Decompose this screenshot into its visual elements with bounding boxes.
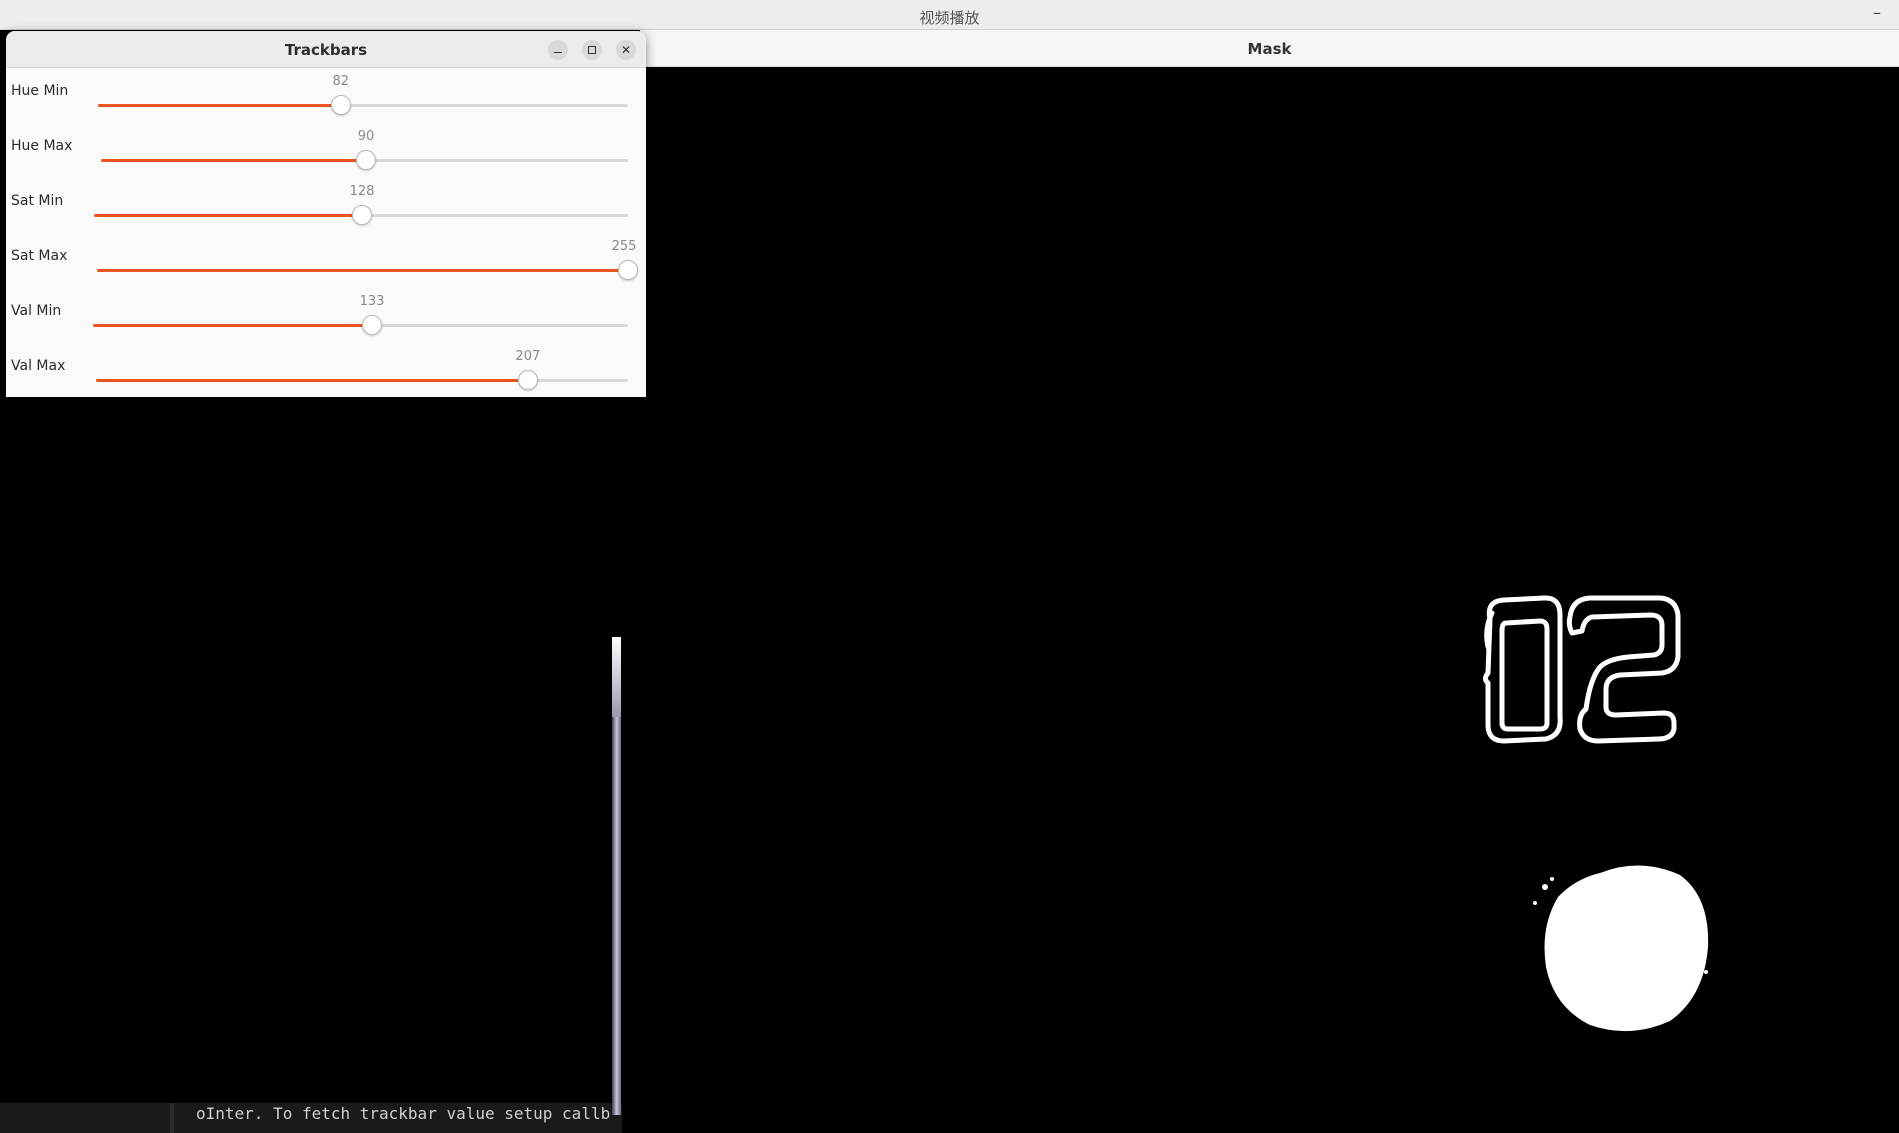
trackbar-track[interactable] xyxy=(98,95,628,115)
video-titlebar[interactable]: 视频播放 – xyxy=(0,0,1899,30)
trackbar-thumb[interactable] xyxy=(618,260,638,280)
video-window-title: 视频播放 xyxy=(919,9,980,27)
mask-window-title: Mask xyxy=(1247,40,1292,58)
trackbar-fill xyxy=(101,159,366,162)
trackbar-row: Val Max 207 xyxy=(6,346,646,397)
trackbar-fill xyxy=(96,379,528,382)
close-button[interactable]: ✕ xyxy=(616,40,636,60)
white-blob xyxy=(1544,865,1709,1032)
trackbar-value: 133 xyxy=(359,294,385,309)
trackbar-value: 82 xyxy=(332,74,350,89)
digit-two-outline xyxy=(1566,595,1681,744)
trackbar-label: Hue Max xyxy=(11,138,73,154)
desktop: 视频播放 – Mask oInter. To fetch trackbar va… xyxy=(0,0,1899,1133)
trackbar-thumb[interactable] xyxy=(330,95,351,115)
trackbar-fill xyxy=(97,269,628,272)
terminal-gutter xyxy=(170,1103,174,1133)
trackbar-row: Hue Min 82 xyxy=(6,71,646,126)
trackbar-track[interactable] xyxy=(93,315,628,335)
trackbar-track[interactable] xyxy=(96,370,628,390)
mask-titlebar[interactable]: Mask xyxy=(640,30,1899,67)
mask-image xyxy=(640,67,1899,1133)
window-edge-highlight xyxy=(612,637,621,717)
terminal-panel: oInter. To fetch trackbar value setup ca… xyxy=(0,1103,622,1133)
trackbar-fill xyxy=(93,324,373,327)
video-minimize-button[interactable]: – xyxy=(1867,4,1887,24)
trackbar-row: Hue Max 90 xyxy=(6,126,646,181)
maximize-button[interactable] xyxy=(582,40,602,60)
trackbar-label: Val Max xyxy=(11,358,66,374)
trackbar-fill xyxy=(98,104,341,107)
trackbars-window: Trackbars ✕ Hue Min 82 Hue Max 90 Sat Min 128… xyxy=(6,31,646,397)
terminal-line-1: oInter. To fetch trackbar value setup ca… xyxy=(196,1104,611,1123)
trackbar-track[interactable] xyxy=(101,150,628,170)
minimize-icon xyxy=(554,52,562,53)
trackbar-thumb[interactable] xyxy=(362,315,383,335)
digit-zero-inner xyxy=(1499,618,1550,732)
close-icon: ✕ xyxy=(620,43,632,57)
trackbar-value: 128 xyxy=(349,184,375,199)
terminal-line-2: ... xyxy=(196,1124,225,1133)
trackbar-row: Val Min 133 xyxy=(6,291,646,346)
maximize-icon xyxy=(588,46,596,54)
minimize-button[interactable] xyxy=(548,40,568,60)
trackbar-fill xyxy=(94,214,363,217)
trackbar-label: Hue Min xyxy=(11,83,69,99)
trackbar-label: Sat Max xyxy=(11,248,68,264)
trackbar-label: Sat Min xyxy=(11,193,64,209)
trackbar-row: Sat Max 255 xyxy=(6,236,646,291)
trackbar-thumb[interactable] xyxy=(352,205,373,225)
trackbar-value: 90 xyxy=(357,129,375,144)
mask-image-content xyxy=(1483,595,1709,1032)
trackbar-row: Sat Min 128 xyxy=(6,181,646,236)
trackbar-value: 255 xyxy=(611,239,637,254)
mask-window: Mask xyxy=(640,30,1899,1133)
trackbar-label: Val Min xyxy=(11,303,62,319)
trackbar-thumb[interactable] xyxy=(517,370,538,390)
trackbar-track[interactable] xyxy=(97,260,638,280)
trackbars-titlebar[interactable]: Trackbars ✕ xyxy=(6,31,646,68)
trackbar-thumb[interactable] xyxy=(355,150,376,170)
trackbar-track[interactable] xyxy=(94,205,628,225)
trackbar-value: 207 xyxy=(515,349,541,364)
